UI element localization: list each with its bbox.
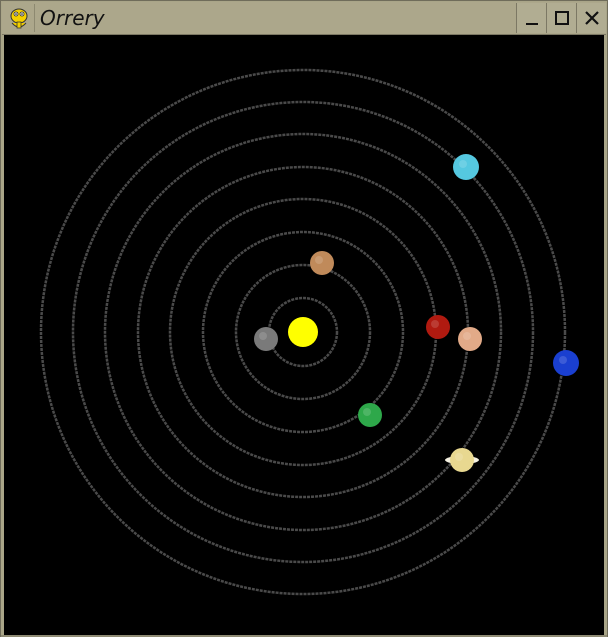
close-icon (585, 11, 599, 25)
sun (288, 317, 318, 347)
maximize-button[interactable] (546, 3, 576, 33)
planet-earth (358, 403, 382, 427)
planet-uranus (453, 154, 479, 180)
maximize-icon (555, 11, 569, 25)
planet-neptune (553, 350, 579, 376)
title-bar[interactable]: Orrery (2, 2, 606, 35)
orrery-canvas (4, 35, 604, 635)
orrery-window: Orrery (0, 0, 608, 637)
minimize-icon (526, 23, 538, 25)
minimize-button[interactable] (516, 3, 546, 33)
close-button[interactable] (576, 3, 606, 33)
python-snake-icon[interactable] (4, 4, 35, 32)
orrery-drawing (39, 68, 579, 596)
planet-mercury (254, 327, 278, 351)
planet-saturn (445, 448, 479, 472)
planet-jupiter (458, 327, 482, 351)
planet-mars (426, 315, 450, 339)
planet-venus (310, 251, 334, 275)
window-title: Orrery (40, 6, 105, 30)
